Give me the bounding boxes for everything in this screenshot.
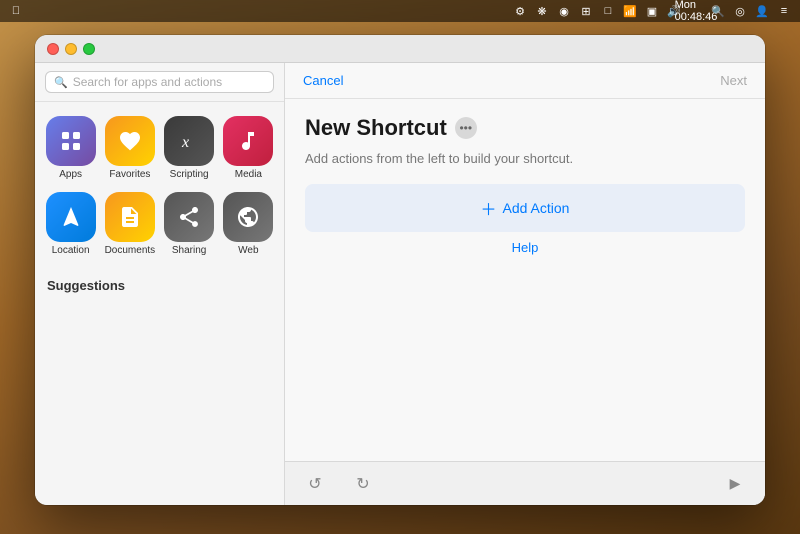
- forward-button[interactable]: ↻: [349, 470, 377, 498]
- sidebar-item-sharing[interactable]: Sharing: [162, 188, 217, 260]
- traffic-lights: [47, 43, 95, 55]
- favorites-label: Favorites: [109, 169, 150, 180]
- eye-icon: ◉: [556, 3, 572, 19]
- dropbox-icon: ❋: [534, 3, 550, 19]
- suggestions-header: Suggestions: [35, 270, 284, 297]
- sidebar-item-location[interactable]: Location: [43, 188, 98, 260]
- minimize-button[interactable]: [65, 43, 77, 55]
- icon-grid: Apps Favorites x: [35, 102, 284, 270]
- more-options-button[interactable]: •••: [455, 117, 477, 139]
- svg-text:x: x: [181, 134, 189, 151]
- add-action-label: Add Action: [503, 200, 570, 216]
- grid-icon: ⊞: [578, 3, 594, 19]
- shortcut-title: New Shortcut: [305, 115, 447, 141]
- profile-icon[interactable]: 👤: [754, 3, 770, 19]
- add-action-button[interactable]: ＋ Add Action: [305, 184, 745, 232]
- list-icon[interactable]: ≡: [776, 3, 792, 19]
- search-icon: 🔍: [54, 76, 68, 89]
- media-label: Media: [235, 169, 262, 180]
- siri-icon[interactable]: ◎: [732, 3, 748, 19]
- menu-bar:  ⚙ ❋ ◉ ⊞ □ 📶 ▣ 🔊 Mon 00:48:46 🔍 ◎ 👤 ≡: [0, 0, 800, 22]
- apple-menu-icon[interactable]: : [8, 3, 24, 19]
- documents-label: Documents: [105, 245, 156, 256]
- menu-bar-left: : [8, 3, 24, 19]
- clock: Mon 00:48:46: [688, 3, 704, 19]
- cancel-button[interactable]: Cancel: [303, 73, 343, 88]
- web-label: Web: [238, 245, 258, 256]
- favorites-icon: [105, 116, 155, 166]
- documents-icon: [105, 192, 155, 242]
- maximize-button[interactable]: [83, 43, 95, 55]
- shortcut-title-row: New Shortcut •••: [305, 115, 745, 141]
- sharing-icon: [164, 192, 214, 242]
- square-icon: □: [600, 3, 616, 19]
- sidebar-item-web[interactable]: Web: [221, 188, 276, 260]
- location-icon: [46, 192, 96, 242]
- play-button[interactable]: ▶: [721, 470, 749, 498]
- settings-icon: ⚙: [512, 3, 528, 19]
- sidebar-item-media[interactable]: Media: [221, 112, 276, 184]
- subtitle-text: Add actions from the left to build your …: [305, 151, 745, 166]
- scripting-label: Scripting: [170, 169, 209, 180]
- web-icon: [223, 192, 273, 242]
- search-menu-icon[interactable]: 🔍: [710, 3, 726, 19]
- bottom-bar-nav: ↺ ↻: [301, 470, 377, 498]
- search-wrapper: 🔍: [45, 71, 274, 93]
- search-input[interactable]: [73, 75, 265, 89]
- right-panel: Cancel Next New Shortcut ••• Add actions…: [285, 63, 765, 505]
- panel-body: New Shortcut ••• Add actions from the le…: [285, 99, 765, 461]
- title-bar: [35, 35, 765, 63]
- back-button[interactable]: ↺: [301, 470, 329, 498]
- menu-bar-right: ⚙ ❋ ◉ ⊞ □ 📶 ▣ 🔊 Mon 00:48:46 🔍 ◎ 👤 ≡: [512, 3, 792, 19]
- apps-label: Apps: [59, 169, 82, 180]
- sidebar-item-documents[interactable]: Documents: [102, 188, 157, 260]
- sidebar-item-scripting[interactable]: x Scripting: [162, 112, 217, 184]
- media-icon: [223, 116, 273, 166]
- sidebar-item-favorites[interactable]: Favorites: [102, 112, 157, 184]
- sharing-label: Sharing: [172, 245, 206, 256]
- apps-icon: [46, 116, 96, 166]
- plus-icon: ＋: [481, 196, 497, 220]
- main-content: 🔍 Apps: [35, 63, 765, 505]
- bottom-bar: ↺ ↻ ▶: [285, 461, 765, 505]
- help-button[interactable]: Help: [305, 240, 745, 255]
- next-button[interactable]: Next: [720, 73, 747, 88]
- sidebar: 🔍 Apps: [35, 63, 285, 505]
- app-window: 🔍 Apps: [35, 35, 765, 505]
- cast-icon: ▣: [644, 3, 660, 19]
- close-button[interactable]: [47, 43, 59, 55]
- panel-header: Cancel Next: [285, 63, 765, 99]
- location-label: Location: [52, 245, 90, 256]
- sidebar-item-apps[interactable]: Apps: [43, 112, 98, 184]
- wifi-icon: 📶: [622, 3, 638, 19]
- search-bar: 🔍: [35, 63, 284, 102]
- scripting-icon: x: [164, 116, 214, 166]
